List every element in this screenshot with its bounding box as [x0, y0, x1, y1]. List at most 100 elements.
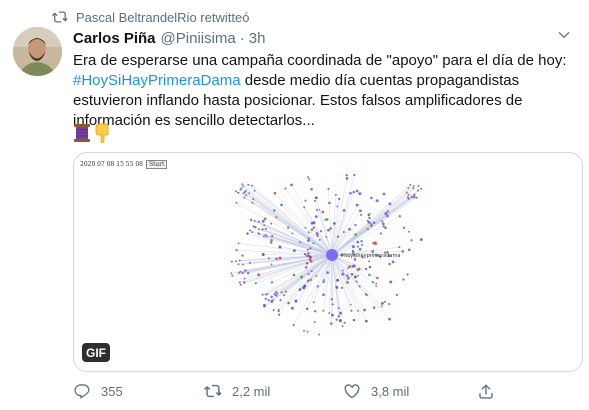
pointing-down-icon: [95, 123, 109, 143]
graph-node: [336, 278, 340, 282]
graph-node: [349, 191, 352, 195]
graph-node: [245, 194, 248, 197]
more-options-button[interactable]: [551, 22, 577, 48]
graph-node: [398, 246, 401, 249]
retweet-button[interactable]: 2,2 mil: [204, 380, 270, 402]
graph-node: [307, 252, 310, 255]
graph-node: [304, 199, 307, 202]
graph-node: [346, 280, 349, 284]
graph-node: [316, 208, 319, 211]
graph-node: [279, 298, 282, 302]
graph-node: [351, 249, 355, 253]
graph-node: [275, 257, 278, 261]
timestamp[interactable]: 3h: [249, 30, 266, 47]
graph-node: [237, 191, 240, 194]
retweet-context-text[interactable]: Pascal BeltrandelRio retwitteó: [76, 10, 249, 25]
graph-node: [341, 273, 344, 276]
graph-node: [350, 272, 354, 276]
graph-node: [230, 272, 233, 275]
graph-edges: [231, 174, 422, 327]
graph-node: [270, 281, 274, 284]
graph-node: [368, 212, 371, 215]
graph-node: [406, 273, 409, 276]
graph-node: [365, 319, 368, 323]
emoji-row: [73, 123, 110, 143]
graph-node: [408, 230, 410, 233]
graph-node: [251, 201, 254, 204]
graph-node: [413, 194, 415, 197]
graph-node: [265, 235, 268, 238]
graph-node: [314, 196, 318, 200]
graph-node: [307, 231, 310, 234]
retweet-icon: [52, 9, 68, 25]
graph-node: [361, 243, 364, 246]
graph-node: [264, 297, 267, 301]
graph-node: [241, 263, 244, 266]
graph-node: [263, 217, 267, 221]
tweet-text-fragment: desde medio día cuentas propagandistas: [240, 72, 520, 89]
graph-node: [278, 256, 282, 260]
avatar[interactable]: [13, 27, 62, 76]
graph-node: [341, 325, 344, 328]
graph-node: [275, 290, 278, 293]
graph-node: [371, 280, 374, 284]
graph-node: [342, 209, 346, 212]
share-button[interactable]: [477, 380, 505, 402]
graph-node: [291, 232, 294, 235]
graph-node: [313, 199, 316, 202]
graph-node: [241, 272, 244, 275]
graph-node: [287, 301, 291, 305]
graph-node: [305, 307, 309, 311]
graph-node: [278, 245, 282, 249]
graph-node: [234, 260, 237, 263]
graph-node: [330, 322, 333, 325]
graph-node: [271, 299, 274, 302]
graph-node: [314, 310, 317, 313]
graph-node: [292, 249, 296, 253]
retweet-context[interactable]: Pascal BeltrandelRio retwitteó: [52, 8, 249, 26]
graph-node: [318, 238, 321, 241]
graph-node: [231, 274, 234, 277]
graph-node: [306, 330, 309, 333]
graph-node: [374, 241, 377, 244]
graph-node: [306, 279, 310, 283]
graph-node: [238, 281, 241, 284]
graph-node: [244, 189, 247, 192]
graph-node: [406, 196, 409, 199]
hashtag-link[interactable]: #HoySiHayPrimeraDama: [73, 72, 241, 89]
graph-node: [382, 192, 386, 196]
reply-button[interactable]: 355: [73, 380, 123, 402]
graph-node: [336, 235, 340, 238]
graph-node: [375, 285, 378, 287]
graph-node: [309, 247, 312, 250]
graph-node: [388, 317, 391, 321]
graph-node: [340, 286, 344, 289]
author-handle[interactable]: @Piniisima: [161, 30, 236, 47]
graph-node: [243, 269, 246, 272]
graph-node: [372, 306, 376, 309]
graph-node: [254, 226, 257, 229]
graph-node: [360, 239, 363, 243]
like-button[interactable]: 3,8 mil: [343, 380, 409, 402]
graph-node: [354, 233, 358, 236]
graph-node: [261, 253, 265, 256]
graph-node: [270, 295, 273, 299]
author-name[interactable]: Carlos Piña: [73, 30, 156, 47]
graph-node: [239, 188, 242, 191]
graph-node: [304, 266, 308, 269]
graph-node: [241, 254, 244, 257]
graph-node: [327, 187, 330, 190]
tweet-header: Carlos Piña @Piniisima · 3h: [73, 28, 265, 48]
graph-node: [257, 228, 260, 231]
graph-node: [407, 186, 410, 189]
graph-node: [324, 218, 327, 221]
graph-node: [263, 235, 265, 238]
graph-node: [273, 191, 277, 195]
graph-node: [310, 260, 313, 263]
graph-node: [319, 230, 323, 233]
graph-node: [346, 267, 349, 270]
graph-node: [270, 239, 273, 242]
graph-node: [368, 273, 371, 277]
gif-media[interactable]: #hoysihayprimeradama 2020 07 08 15 55 08…: [73, 152, 583, 372]
graph-node: [407, 248, 411, 252]
